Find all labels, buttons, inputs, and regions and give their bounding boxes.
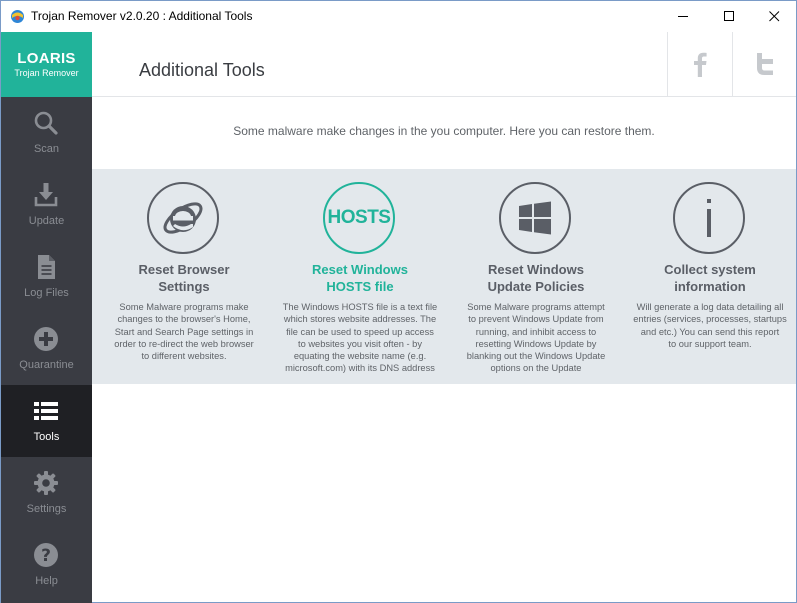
logo-main: LOARIS [17,50,76,67]
tool-title-line: Reset Windows [312,262,408,277]
page-title: Additional Tools [139,60,265,80]
tool-description: Will generate a log data detailing all e… [628,301,792,350]
help-icon: ? [33,542,59,568]
hosts-icon-label: HOSTS [327,207,391,228]
sidebar-item-update[interactable]: Update [1,169,92,241]
window-title: Trojan Remover v2.0.20 : Additional Tool… [31,9,253,23]
sidebar-item-tools[interactable]: Tools [1,385,92,457]
tool-collect-info[interactable]: Collect system information Will generate… [622,169,797,384]
tool-description: Some Malware programs attempt to prevent… [454,301,618,375]
sidebar-item-scan[interactable]: Scan [1,97,92,169]
maximize-icon [723,11,734,21]
desc-line: options on the Update [490,363,582,374]
twitter-button[interactable] [732,32,796,96]
tool-icon-circle[interactable]: HOSTS [323,182,395,254]
tool-title-line: HOSTS file [326,279,394,294]
maximize-button[interactable] [706,1,752,32]
app-window: Trojan Remover v2.0.20 : Additional Tool… [0,0,797,603]
tool-reset-hosts[interactable]: HOSTS Reset Windows HOSTS file The Windo… [272,169,448,384]
desc-line: changes to the browser's Home, [117,314,251,325]
desc-line: which stores website addresses. The [283,314,437,325]
desc-line: Start and Search Page settings in [114,326,254,337]
tool-icon-circle[interactable] [499,182,571,254]
desc-line: blanking out the Windows Update [466,351,606,362]
logo: LOARIS Trojan Remover [1,32,92,97]
tool-title-line: information [674,279,746,294]
tool-title[interactable]: Collect system information [626,261,794,295]
tool-title[interactable]: Reset Windows Update Policies [452,261,620,295]
plus-circle-icon [33,326,59,352]
sidebar: LOARIS Trojan Remover Scan Update Log Fi… [1,32,92,603]
tool-description: The Windows HOSTS file is a text file wh… [278,301,442,375]
tool-reset-browser[interactable]: Reset Browser Settings Some Malware prog… [96,169,272,384]
sidebar-item-label: Tools [33,431,60,443]
desc-line: microsoft.com) with its DNS address [285,363,435,374]
desc-line: to prevent Windows Update from [468,314,604,325]
tool-title-line: Settings [158,279,210,294]
close-button[interactable] [751,1,797,32]
sidebar-item-quarantine[interactable]: Quarantine [1,313,92,385]
desc-line: and etc.) You can send this report [640,326,780,337]
app-icon [10,9,25,24]
tool-icon-circle[interactable] [673,182,745,254]
desc-line: resetting Windows Update by [475,338,597,349]
sidebar-item-help[interactable]: ? Help [1,529,92,601]
facebook-button[interactable] [667,32,731,96]
list-icon [33,398,59,424]
tool-icon-circle[interactable] [147,182,219,254]
intro-label: Some malware make changes in the you com… [233,124,655,138]
minimize-icon [677,16,688,17]
info-icon [707,199,711,237]
sidebar-item-label: Scan [33,143,60,155]
desc-line: to different websites. [141,351,227,362]
minimize-button[interactable] [660,1,706,32]
tool-title-line: Update Policies [487,279,585,294]
desc-line: Some Malware programs make [119,302,249,312]
tool-title[interactable]: Reset Browser Settings [100,261,268,295]
twitter-icon [756,53,773,75]
internet-explorer-icon [163,202,203,234]
sidebar-item-log-files[interactable]: Log Files [1,241,92,313]
sidebar-item-label: Help [35,575,58,587]
gear-icon [33,470,59,496]
desc-line: Will generate a log data detailing all [636,302,784,312]
desc-line: file can be used to speed up access [286,326,434,337]
sidebar-item-settings[interactable]: Settings [1,457,92,529]
windows-logo-icon [519,201,551,235]
sidebar-item-label: Quarantine [19,359,74,371]
tools-panel: Reset Browser Settings Some Malware prog… [92,169,796,384]
download-icon [33,182,59,208]
sidebar-item-label: Log Files [24,287,69,299]
desc-line: to our support team. [668,338,752,349]
desc-line: order to re-direct the web browser [114,338,254,349]
tool-title-line: Reset Windows [488,262,584,277]
svg-text:?: ? [41,546,51,566]
sidebar-item-label: Update [28,215,65,227]
facebook-icon [693,52,707,77]
tool-title-line: Reset Browser [138,262,230,277]
tool-reset-windows-update[interactable]: Reset Windows Update Policies Some Malwa… [448,169,624,384]
tool-title-line: Collect system [664,262,756,277]
search-icon [33,110,59,136]
intro-text: Some malware make changes in the you com… [92,124,796,138]
desc-line: running, and inhibit access to [475,326,597,337]
sidebar-item-label: Settings [26,503,67,515]
desc-line: Some Malware programs attempt [467,302,605,312]
desc-line: entries (services, processes, startups [633,314,787,325]
desc-line: The Windows HOSTS file is a text file [282,302,438,312]
document-icon [33,254,59,280]
desc-line: equating the website name (e.g. [293,351,427,362]
close-icon [768,11,779,22]
tool-title[interactable]: Reset Windows HOSTS file [276,261,444,295]
desc-line: to websites you visit often - by [297,338,422,349]
page-header: Additional Tools [92,32,796,97]
title-bar[interactable]: Trojan Remover v2.0.20 : Additional Tool… [1,1,796,32]
tool-description: Some Malware programs make changes to th… [102,301,266,362]
logo-sub: Trojan Remover [14,68,79,78]
